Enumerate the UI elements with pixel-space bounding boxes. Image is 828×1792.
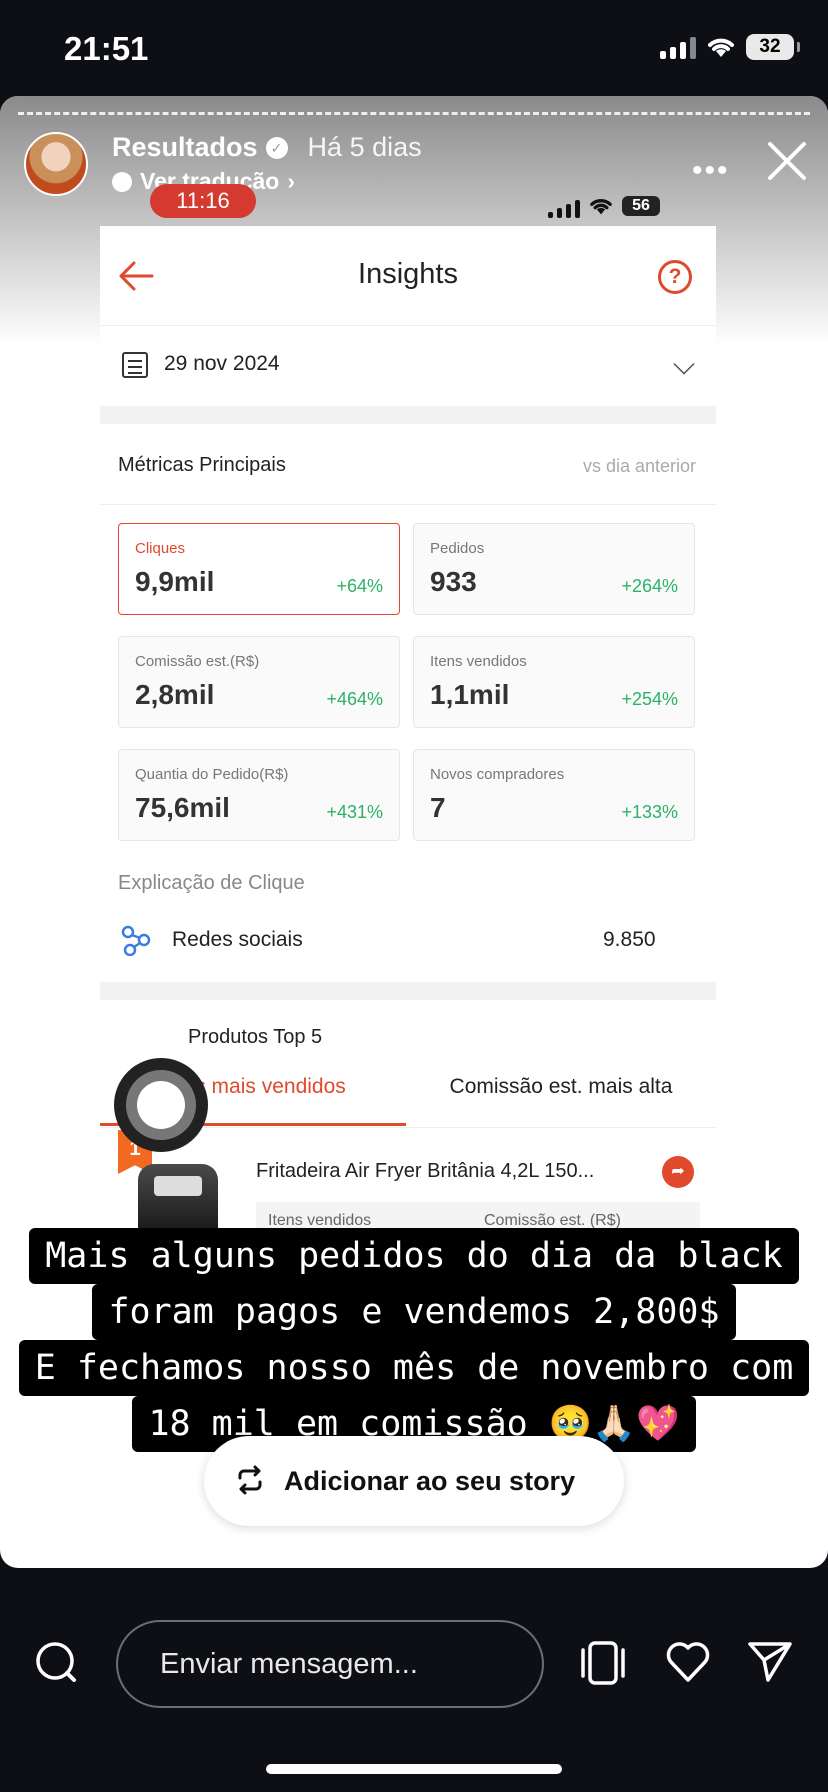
date-selector[interactable]: 29 nov 2024 — [100, 326, 716, 406]
tab-highest-commission[interactable]: Comissão est. mais alta — [406, 1066, 716, 1126]
home-indicator[interactable] — [266, 1764, 562, 1774]
inner-status-time: 11:16 — [150, 184, 256, 218]
repost-icon — [238, 1465, 262, 1495]
app-header: Insights ? — [100, 226, 716, 326]
metric-card-commission[interactable]: Comissão est.(R$) 2,8mil +464% — [118, 636, 400, 728]
story-username[interactable]: Resultados — [112, 132, 258, 163]
message-placeholder: Enviar mensagem... — [160, 1648, 418, 1680]
story-caption: Mais alguns pedidos do dia da black fora… — [0, 1228, 828, 1452]
page-title: Insights — [358, 258, 458, 290]
frames-icon[interactable] — [578, 1640, 628, 1686]
signal-icon — [660, 35, 696, 59]
add-to-story-button[interactable]: Adicionar ao seu story — [204, 1436, 624, 1526]
metric-card-order-amount[interactable]: Quantia do Pedido(R$) 75,6mil +431% — [118, 749, 400, 841]
chevron-right-icon: › — [287, 168, 296, 194]
metric-card-items-sold[interactable]: Itens vendidos 1,1mil +254% — [413, 636, 695, 728]
click-explanation-title: Explicação de Clique — [118, 872, 305, 894]
help-icon[interactable]: ? — [658, 260, 692, 294]
heart-icon[interactable] — [664, 1638, 712, 1684]
inner-status-icons: 56 — [548, 194, 660, 218]
story-time: Há 5 dias — [307, 132, 422, 162]
inner-wifi-icon — [590, 199, 612, 215]
message-input[interactable]: Enviar mensagem... — [116, 1620, 544, 1708]
verified-icon: ✓ — [265, 136, 288, 159]
share-icon[interactable] — [662, 1156, 694, 1188]
social-network-icon — [121, 925, 151, 956]
click-source-value: 9.850 — [603, 928, 656, 951]
click-source-label: Redes sociais — [172, 928, 303, 951]
metric-card-new-buyers[interactable]: Novos compradores 7 +133% — [413, 749, 695, 841]
battery-icon: 32 — [746, 34, 800, 60]
send-icon[interactable] — [746, 1640, 794, 1684]
os-time: 21:51 — [64, 30, 149, 67]
caption-line: foram pagos e vendemos 2,800$ — [92, 1284, 736, 1340]
metrics-compare: vs dia anterior — [582, 456, 696, 476]
top-products-title: Produtos Top 5 — [188, 1026, 323, 1048]
add-to-story-label: Adicionar ao seu story — [284, 1466, 576, 1496]
wifi-icon — [708, 38, 734, 57]
avatar[interactable] — [24, 132, 88, 196]
close-icon[interactable] — [762, 136, 812, 186]
inner-signal-icon — [548, 194, 580, 218]
chevron-down-icon[interactable] — [673, 353, 695, 375]
calendar-icon — [122, 352, 148, 378]
os-status-icons: 32 — [660, 34, 800, 60]
record-button[interactable] — [114, 1058, 208, 1152]
caption-line: Mais alguns pedidos do dia da black — [29, 1228, 799, 1284]
date-label: 29 nov 2024 — [164, 352, 280, 375]
more-options-icon[interactable]: ••• — [692, 154, 730, 188]
story-progress-bar — [18, 112, 810, 116]
story-header[interactable]: Resultados ✓ Há 5 dias — [112, 132, 422, 163]
click-source-row[interactable]: Redes sociais 9.850 — [100, 924, 716, 964]
caption-line: E fechamos nosso mês de novembro com — [18, 1340, 810, 1396]
product-name[interactable]: Fritadeira Air Fryer Britânia 4,2L 150..… — [256, 1160, 594, 1183]
translate-icon — [112, 171, 132, 192]
metric-card-orders[interactable]: Pedidos 933 +264% — [413, 523, 695, 615]
inner-battery-icon: 56 — [622, 196, 660, 216]
metric-card-clicks[interactable]: Cliques 9,9mil +64% — [118, 523, 400, 615]
metrics-title: Métricas Principais — [118, 454, 286, 476]
search-icon[interactable] — [34, 1640, 78, 1684]
